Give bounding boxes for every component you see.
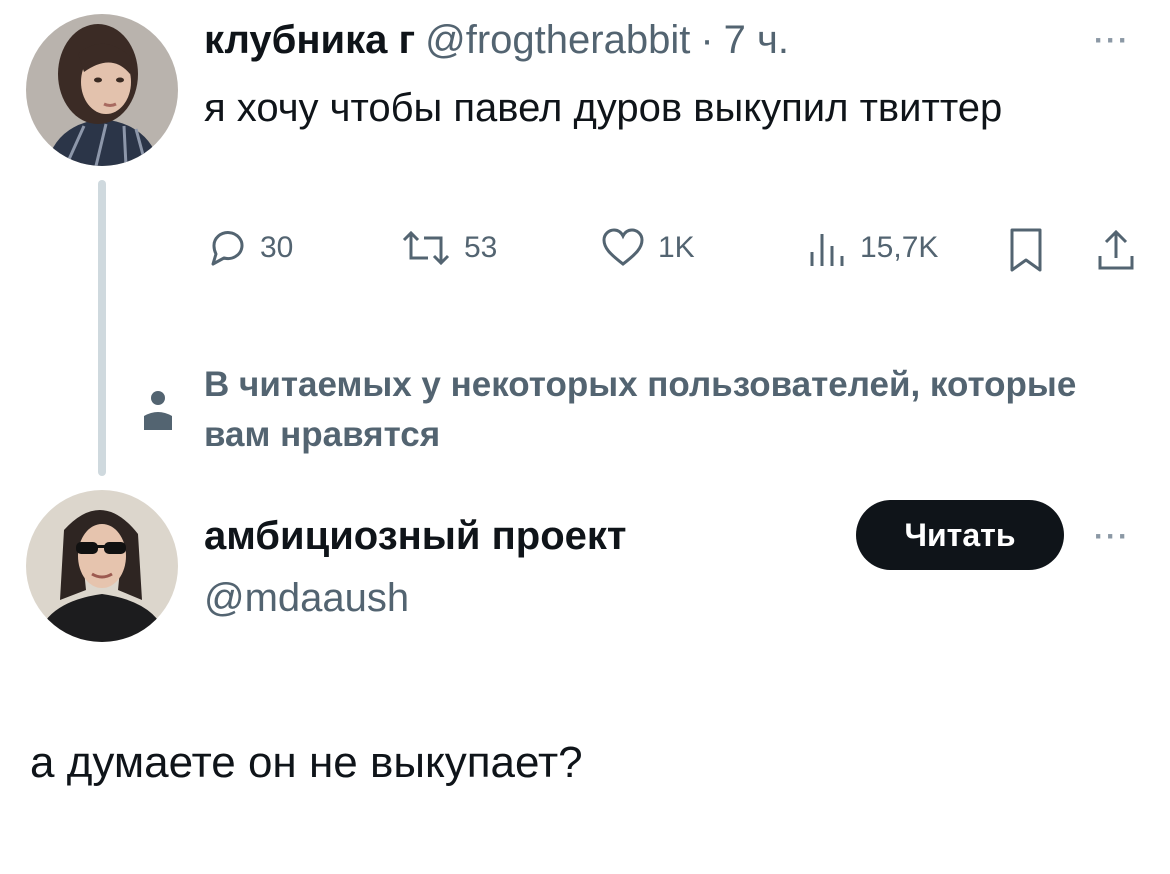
tweet-header: клубника г @frogtherabbit · 7 ч. bbox=[204, 18, 789, 63]
retweet-button[interactable]: 53 bbox=[400, 226, 497, 270]
views-icon bbox=[810, 234, 844, 266]
suggested-user-name[interactable]: амбициозный проект bbox=[204, 514, 626, 559]
author-avatar[interactable] bbox=[26, 14, 178, 166]
tweet-more-icon[interactable]: ··· bbox=[1094, 24, 1130, 58]
share-button[interactable] bbox=[1094, 226, 1138, 274]
views-count: 15,7K bbox=[860, 231, 939, 264]
author-name[interactable]: клубника г bbox=[204, 18, 415, 63]
social-context-text: В читаемых у некоторых пользователей, ко… bbox=[204, 365, 1077, 454]
bookmark-icon bbox=[1010, 228, 1042, 272]
views-button[interactable]: 15,7K bbox=[804, 226, 938, 270]
follow-button[interactable]: Читать bbox=[856, 500, 1064, 570]
reply-text: а думаете он не выкупает? bbox=[30, 738, 583, 787]
retweet-icon bbox=[402, 230, 450, 266]
reply-icon bbox=[211, 231, 244, 266]
reply-button[interactable]: 30 bbox=[204, 226, 293, 270]
reply-count: 30 bbox=[260, 231, 294, 264]
retweet-count: 53 bbox=[464, 231, 498, 264]
header-separator: · bbox=[700, 18, 714, 62]
thread-line bbox=[98, 180, 106, 476]
like-icon bbox=[602, 228, 644, 266]
tweet-time[interactable]: 7 ч. bbox=[724, 18, 789, 63]
suggested-user-avatar[interactable] bbox=[26, 490, 178, 642]
suggested-user-handle[interactable]: @mdaaush bbox=[204, 576, 409, 621]
like-count: 1K bbox=[658, 231, 695, 264]
bookmark-button[interactable] bbox=[1006, 226, 1046, 274]
like-button[interactable]: 1K bbox=[600, 226, 695, 270]
author-handle[interactable]: @frogtherabbit bbox=[425, 18, 690, 63]
share-icon bbox=[1098, 229, 1134, 270]
person-icon bbox=[138, 386, 178, 439]
tweet-text: я хочу чтобы павел дуров выкупил твиттер bbox=[204, 86, 1003, 130]
suggested-user-more-icon[interactable]: ··· bbox=[1094, 520, 1130, 554]
